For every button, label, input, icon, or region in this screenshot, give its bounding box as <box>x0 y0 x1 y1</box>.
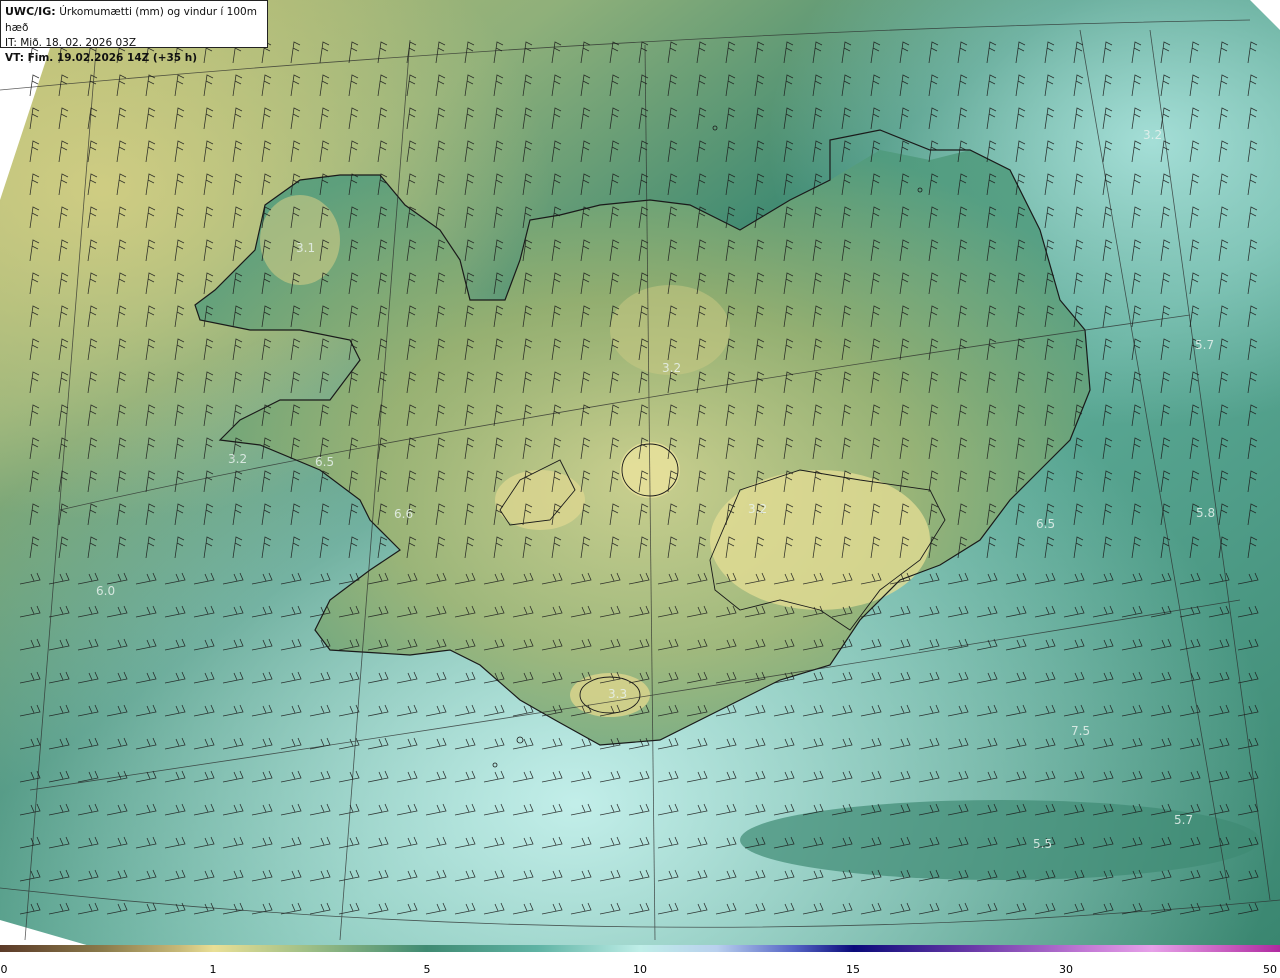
map-stage: UWC/IG: Úrkomumætti (mm) og vindur í 100… <box>0 0 1280 978</box>
map-value-label: 6.5 <box>315 455 335 469</box>
map-value-label: 6.0 <box>96 584 116 598</box>
colorbar-tick: 0 <box>0 963 8 976</box>
map-value-label: 5.8 <box>1196 506 1216 520</box>
init-time: Mið. 18. 02. 2026 03Z <box>20 37 137 49</box>
colorbar-tick: 50 <box>1263 963 1277 976</box>
valid-time: Fim. 19.02.2026 14Z (+35 h) <box>27 52 198 64</box>
map-value-label: 3.3 <box>608 687 628 701</box>
colorbar-tick: 30 <box>1059 963 1073 976</box>
map-value-label: 3.2 <box>1143 128 1163 142</box>
map-value-label: 3.1 <box>296 241 316 255</box>
map-value-label: 3.2 <box>748 502 768 516</box>
map-value-label: 6.5 <box>1036 517 1056 531</box>
map-value-label: 6.6 <box>394 507 414 521</box>
precipitation-wind-map <box>0 0 1280 946</box>
map-info-box: UWC/IG: Úrkomumætti (mm) og vindur í 100… <box>0 0 268 64</box>
map-value-label: 5.7 <box>1195 338 1215 352</box>
product-code: UWC/IG: <box>5 5 56 18</box>
colorbar-tick: 10 <box>633 963 647 976</box>
map-value-label: 5.7 <box>1174 813 1194 827</box>
colorbar <box>0 945 1280 952</box>
map-value-label: 3.2 <box>228 452 248 466</box>
valid-label: VT: <box>5 52 24 64</box>
colorbar-tick: 5 <box>423 963 431 976</box>
init-label: IT: <box>5 37 17 49</box>
map-value-label: 3.2 <box>662 361 682 375</box>
map-value-label: 5.5 <box>1033 837 1053 851</box>
map-value-label: 7.5 <box>1071 724 1091 738</box>
colorbar-tick: 1 <box>209 963 217 976</box>
colorbar-tick: 15 <box>846 963 860 976</box>
